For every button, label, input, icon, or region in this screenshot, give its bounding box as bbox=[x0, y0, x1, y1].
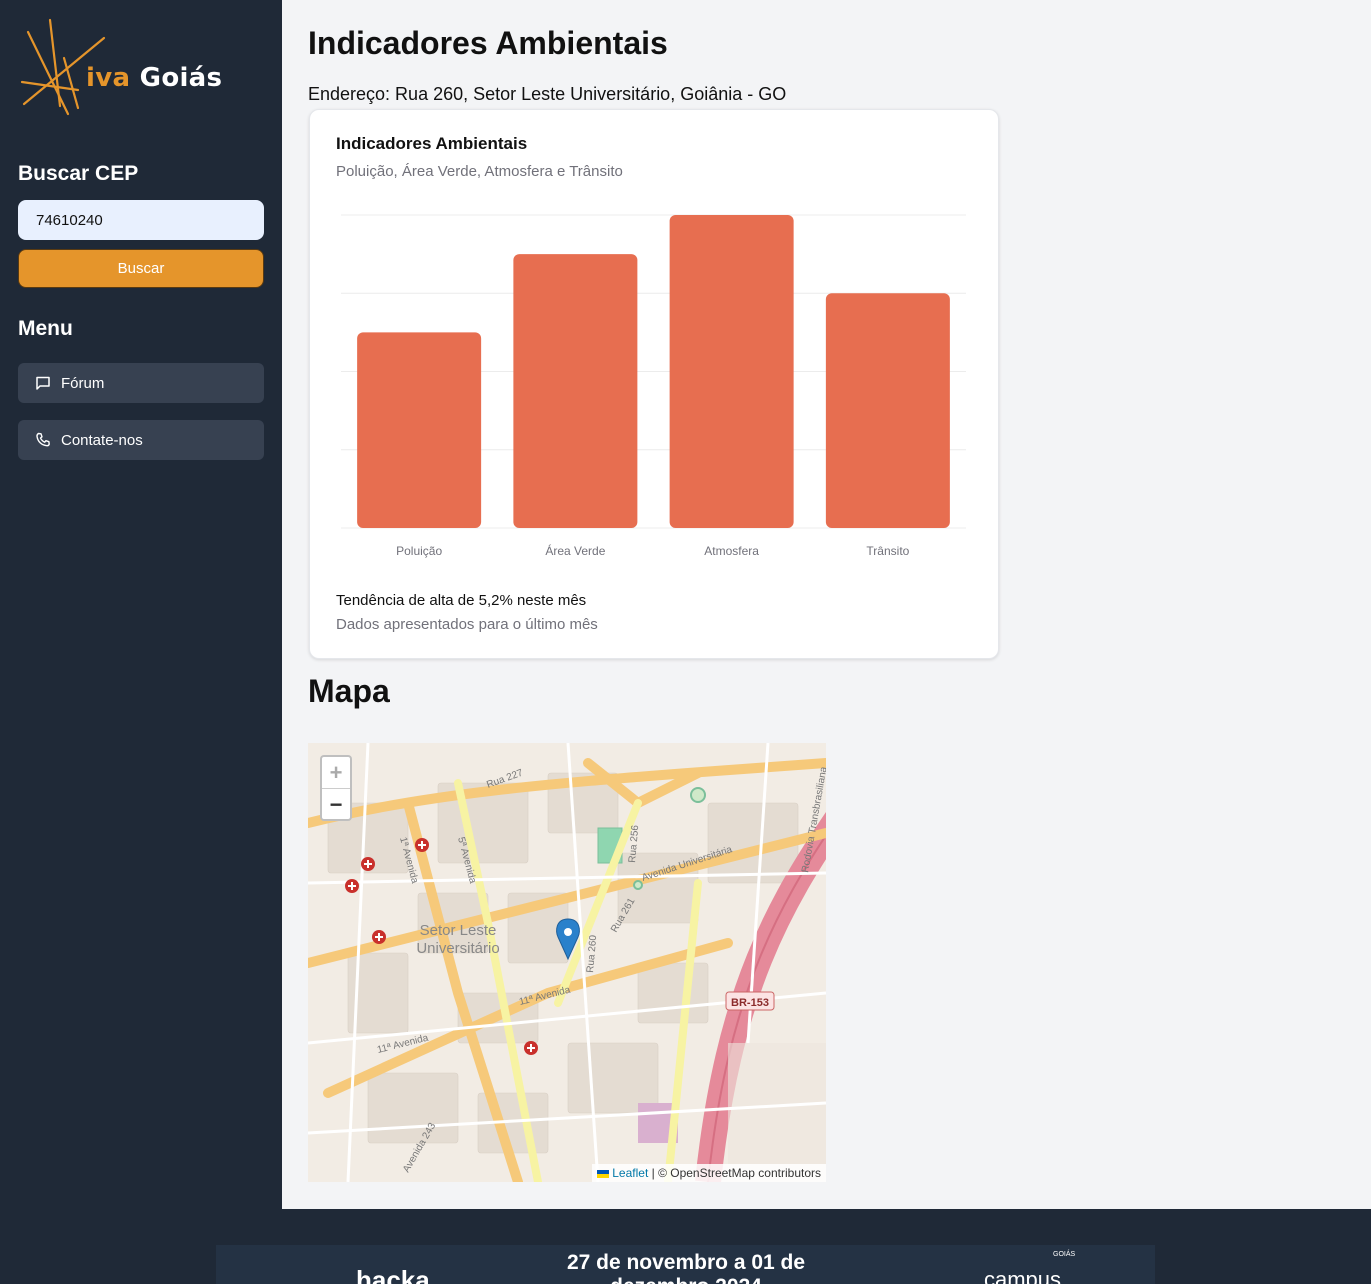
sidebar: iva Goiás Buscar CEP Buscar Menu Fórum C… bbox=[0, 0, 282, 1209]
ukraine-flag-icon bbox=[596, 1169, 609, 1178]
zoom-in-button[interactable]: + bbox=[322, 757, 350, 789]
map-attribution: Leaflet | © OpenStreetMap contributors bbox=[591, 1164, 826, 1182]
banner-brand-right: campus bbox=[984, 1267, 1062, 1284]
logo-text: iva Goiás bbox=[86, 63, 222, 93]
phone-icon bbox=[36, 432, 50, 447]
search-button[interactable]: Buscar bbox=[18, 249, 264, 288]
logo-text-main: Goiás bbox=[139, 63, 223, 93]
search-heading: Buscar CEP bbox=[18, 162, 139, 185]
chart-bar[interactable] bbox=[669, 215, 794, 528]
banner-brand-right-small: GOIÁS bbox=[1053, 1251, 1076, 1258]
menu-item-label: Contate-nos bbox=[61, 431, 143, 449]
logo-text-prefix: iva bbox=[86, 63, 131, 93]
chat-bubble-icon bbox=[36, 376, 50, 390]
trend-text: Tendência de alta de 5,2% neste mês bbox=[336, 592, 587, 609]
chart-bar[interactable] bbox=[825, 293, 950, 528]
chart-x-tick-label: Atmosfera bbox=[704, 544, 759, 558]
viva-goias-logo[interactable]: iva Goiás bbox=[20, 18, 222, 118]
menu-item-contact[interactable]: Contate-nos bbox=[18, 420, 264, 460]
map-label-district: Setor Leste bbox=[420, 922, 497, 939]
trend-footnote: Dados apresentados para o último mês bbox=[336, 616, 598, 633]
leaflet-link[interactable]: Leaflet bbox=[612, 1166, 648, 1180]
chart-x-tick-label: Poluição bbox=[396, 544, 442, 558]
menu-heading: Menu bbox=[18, 317, 73, 340]
page-title: Indicadores Ambientais bbox=[308, 25, 668, 61]
indicators-bar-chart: Poluição Área Verde Atmosfera Trânsito bbox=[341, 214, 966, 558]
main-content: Indicadores Ambientais Endereço: Rua 260… bbox=[282, 0, 1371, 1209]
address-text: Endereço: Rua 260, Setor Leste Universit… bbox=[308, 84, 787, 104]
attribution-text: | © OpenStreetMap contributors bbox=[651, 1166, 821, 1180]
zoom-control: + − bbox=[320, 755, 352, 821]
menu-item-label: Fórum bbox=[61, 374, 105, 392]
chart-bar[interactable] bbox=[357, 332, 482, 528]
banner-brand-left: hacka bbox=[356, 1265, 430, 1284]
chart-bar[interactable] bbox=[513, 254, 638, 528]
chart-x-tick-label: Trânsito bbox=[866, 544, 909, 558]
menu-item-forum[interactable]: Fórum bbox=[18, 363, 264, 403]
map-label-br153: BR-153 bbox=[731, 997, 769, 1009]
map-label-district2: Universitário bbox=[416, 940, 499, 957]
chart-x-tick-label: Área Verde bbox=[545, 543, 605, 558]
map-title: Mapa bbox=[308, 673, 390, 709]
indicators-card: Indicadores Ambientais Poluição, Área Ve… bbox=[309, 109, 999, 659]
zoom-out-button[interactable]: − bbox=[322, 789, 350, 820]
map[interactable]: BR-153 Avenida Universitária 11ª Avenida… bbox=[308, 743, 826, 1182]
map-tiles[interactable]: BR-153 Avenida Universitária 11ª Avenida… bbox=[308, 743, 826, 1182]
banner-date-text: 27 de novembro a 01 de dezembro 2024 bbox=[566, 1251, 806, 1284]
event-banner[interactable]: hacka 27 de novembro a 01 de dezembro 20… bbox=[216, 1245, 1155, 1284]
cep-input[interactable] bbox=[18, 200, 264, 240]
